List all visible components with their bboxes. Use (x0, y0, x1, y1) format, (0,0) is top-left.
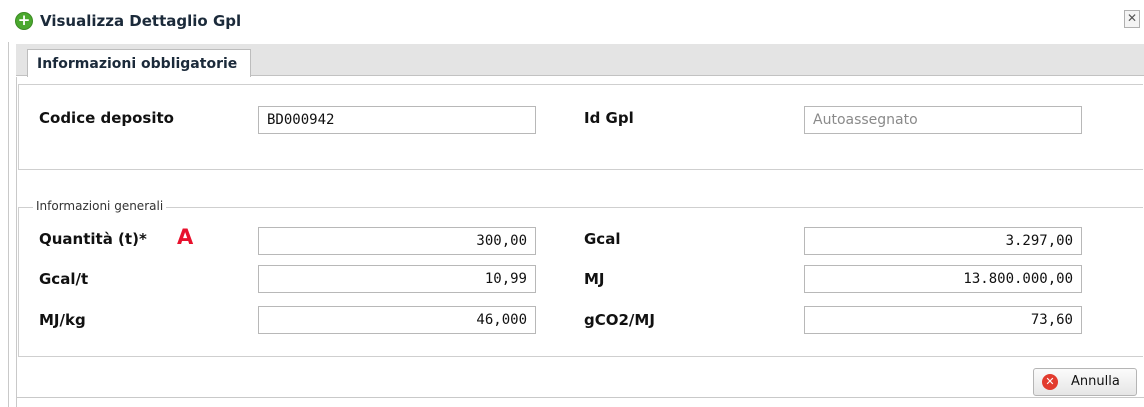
codice-deposito-label: Codice deposito (39, 109, 174, 127)
add-circle-icon (15, 11, 33, 30)
mj-kg-field[interactable]: 46,000 (258, 306, 536, 334)
close-button[interactable]: ✕ (1124, 10, 1140, 28)
gcal-t-field[interactable]: 10,99 (258, 265, 536, 293)
cancel-button-label: Annulla (1071, 374, 1120, 389)
close-icon: ✕ (1126, 11, 1138, 25)
cancel-button[interactable]: Annulla (1033, 368, 1137, 396)
quantita-label: Quantità (t)* (39, 230, 147, 248)
gcal-t-label: Gcal/t (39, 270, 89, 288)
gco2-mj-label: gCO2/MJ (584, 311, 655, 329)
footer-divider (16, 397, 1144, 398)
tab-informazioni-obbligatorie[interactable]: Informazioni obbligatorie (27, 49, 251, 77)
annotation-marker: A (177, 225, 194, 249)
mj-field[interactable]: 13.800.000,00 (804, 265, 1082, 293)
gcal-field[interactable]: 3.297,00 (804, 227, 1082, 255)
quantita-field[interactable]: 300,00 (258, 227, 536, 255)
mj-kg-label: MJ/kg (39, 311, 86, 329)
id-gpl-label: Id Gpl (584, 109, 634, 127)
gco2-mj-field[interactable]: 73,60 (804, 306, 1082, 334)
id-gpl-field[interactable]: Autoassegnato (804, 106, 1082, 134)
fieldset-legend: Informazioni generali (33, 199, 167, 213)
gcal-label: Gcal (584, 230, 621, 248)
cancel-icon (1042, 374, 1058, 390)
codice-deposito-field[interactable]: BD000942 (258, 106, 536, 134)
mj-label: MJ (584, 270, 605, 288)
window-title: Visualizza Dettaglio Gpl (40, 12, 242, 30)
